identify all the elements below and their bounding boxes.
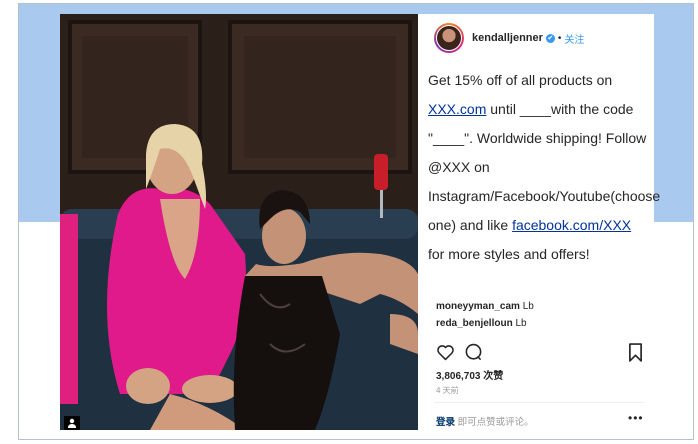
caption-text-3: for more styles and offers! [428,246,590,262]
comment-username[interactable]: reda_benjelloun [436,318,513,329]
comments-list: moneyyman_cam Lb reda_benjelloun Lb [436,298,534,332]
comment-item: moneyyman_cam Lb [436,298,534,315]
caption-text-2: until ____with the code "____". Worldwid… [428,101,661,233]
caption-link-site[interactable]: XXX.com [428,101,486,117]
login-prompt-text: 即可点赞或评论。 [455,417,534,428]
username-link[interactable]: kendalljenner [472,32,543,44]
instagram-post-card: kendalljenner ✔ • 关注 Get 15% off of all … [60,14,660,430]
verified-badge-icon: ✔ [545,33,555,43]
comment-icon[interactable] [464,343,483,367]
more-options-button[interactable]: ••• [628,411,644,425]
follow-button[interactable]: 关注 [564,31,584,46]
bookmark-icon[interactable] [628,343,643,367]
login-prompt: 登录 即可点赞或评论。 [436,414,534,428]
divider [434,402,644,403]
post-photo-image [60,14,418,430]
post-timestamp: 4 天前 [436,386,459,395]
caption-link-facebook[interactable]: facebook.com/XXX [512,217,631,233]
comment-text: Lb [519,301,534,312]
avatar-image [436,25,462,51]
post-header: kendalljenner ✔ • 关注 [434,20,584,56]
separator-dot: • [557,32,562,44]
post-caption: Get 15% off of all products on XXX.com u… [428,66,660,269]
comment-text: Lb [512,318,527,329]
user-tag-icon[interactable] [64,416,80,430]
caption-text-1: Get 15% off of all products on [428,72,613,88]
avatar[interactable] [434,23,464,53]
heart-icon[interactable] [436,344,455,366]
post-actions [434,342,646,364]
post-sidebar: kendalljenner ✔ • 关注 Get 15% off of all … [418,14,660,430]
likes-count[interactable]: 3,806,703 次赞 [436,367,503,382]
comment-username[interactable]: moneyyman_cam [436,301,520,312]
login-link[interactable]: 登录 [436,417,455,428]
post-photo [60,14,418,430]
comment-item: reda_benjelloun Lb [436,315,534,332]
